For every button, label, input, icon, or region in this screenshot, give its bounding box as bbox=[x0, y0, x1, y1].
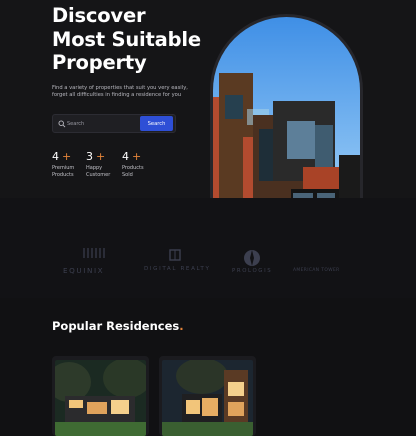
logo-equinix: EQUINIX bbox=[63, 266, 105, 275]
stat-number: 4 bbox=[52, 150, 59, 163]
stat-label: Products Sold bbox=[122, 165, 144, 178]
stat-plus: + bbox=[132, 150, 142, 163]
stat-number: 3 bbox=[86, 150, 93, 163]
residence-image bbox=[55, 360, 146, 436]
title-accent-dot: . bbox=[179, 319, 184, 333]
hero-building-image bbox=[213, 17, 360, 213]
hero-subtitle: Find a variety of properties that suit y… bbox=[52, 85, 188, 99]
search-icon bbox=[58, 120, 66, 128]
section-title-popular-residences: Popular Residences. bbox=[52, 319, 184, 333]
residence-card[interactable] bbox=[159, 356, 256, 436]
search-bar: Search bbox=[52, 114, 176, 133]
stat-label: Happy Customer bbox=[86, 165, 111, 178]
hero-title: Discover Most Suitable Property bbox=[52, 4, 201, 75]
prologis-logo-icon bbox=[244, 250, 260, 266]
stat-products-sold: 4 + Products Sold bbox=[122, 150, 152, 179]
stat-label: Premium Products bbox=[52, 165, 75, 178]
residence-image bbox=[162, 360, 253, 436]
search-button[interactable]: Search bbox=[140, 116, 173, 131]
search-input[interactable] bbox=[67, 115, 137, 132]
stat-plus: + bbox=[62, 150, 72, 163]
hero-section: Discover Most Suitable Property Find a v… bbox=[0, 0, 416, 213]
hero-title-line-2: Most Suitable bbox=[52, 27, 201, 51]
hero-title-line-3: Property bbox=[52, 51, 147, 74]
logo-american-tower: AMERICAN TOWER bbox=[293, 268, 340, 273]
logo-digital-realty: DIGITAL REALTY bbox=[144, 266, 211, 272]
stat-happy-customer: 3 + Happy Customer bbox=[86, 150, 116, 179]
partner-logos: EQUINIX DIGITAL REALTY PROLOGIS AMERICAN… bbox=[0, 198, 416, 298]
stat-plus: + bbox=[96, 150, 106, 163]
digital-realty-logo-icon bbox=[169, 249, 181, 261]
hero-title-line-1: Discover bbox=[52, 4, 146, 27]
stat-premium-products: 4 + Premium Products bbox=[52, 150, 82, 179]
logo-prologis: PROLOGIS bbox=[232, 268, 273, 274]
residence-card[interactable] bbox=[52, 356, 149, 436]
hero-image-frame bbox=[210, 14, 363, 213]
stat-number: 4 bbox=[122, 150, 129, 163]
equinix-logo-icon bbox=[83, 248, 105, 258]
